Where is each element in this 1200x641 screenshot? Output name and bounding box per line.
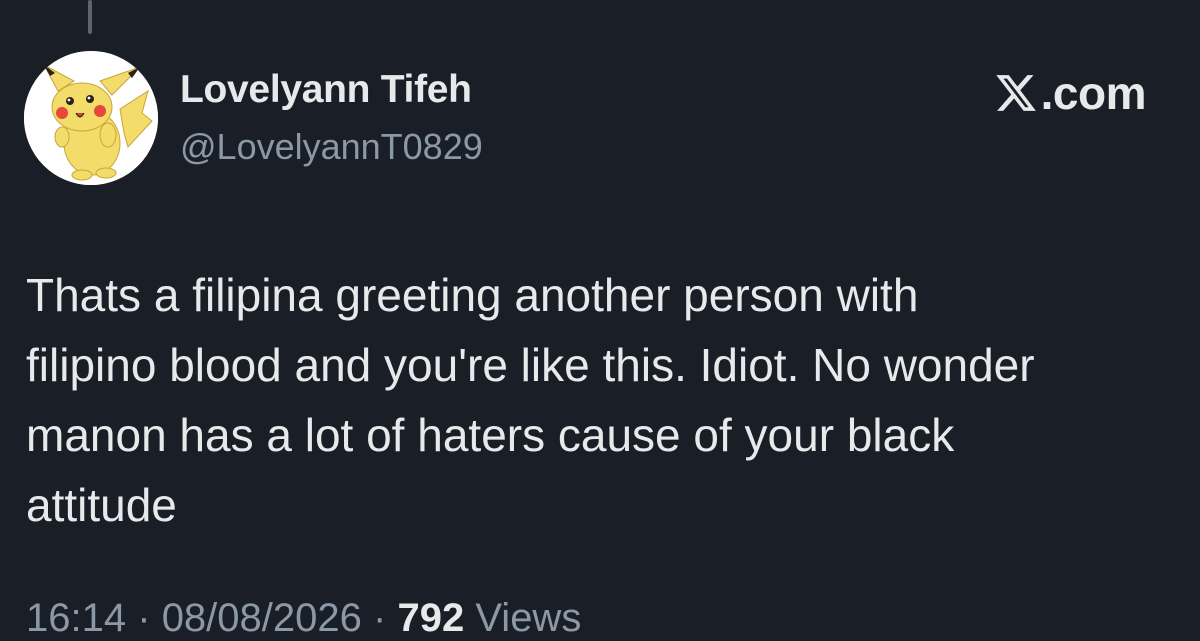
pikachu-avatar-icon (24, 51, 158, 185)
views-count: 792 (397, 596, 465, 640)
tweet-time[interactable]: 16:14 (26, 596, 126, 640)
tweet-meta: 16:14 · 08/08/2026 · 792 Views (26, 596, 581, 641)
meta-separator: · (137, 596, 151, 640)
tweet-text-line: attitude (26, 479, 177, 531)
thread-connector-line (88, 0, 92, 34)
views-label: Views (475, 596, 582, 640)
author-handle[interactable]: @LovelyannT0829 (180, 126, 483, 168)
brand-domain-text: .com (1040, 67, 1147, 119)
tweet-text-line: Thats a filipina greeting another person… (26, 269, 919, 321)
meta-separator: · (373, 596, 387, 640)
tweet-date[interactable]: 08/08/2026 (162, 596, 362, 640)
avatar[interactable] (24, 51, 158, 185)
tweet-text-line: manon has a lot of haters cause of your … (26, 409, 955, 461)
x-brand-watermark: .com (993, 66, 1147, 120)
tweet-text: Thats a filipina greeting another person… (26, 260, 1166, 540)
x-logo-icon (995, 75, 1036, 111)
author-display-name[interactable]: Lovelyann Tifeh (180, 68, 472, 112)
tweet-text-line: filipino blood and you're like this. Idi… (26, 339, 1035, 391)
